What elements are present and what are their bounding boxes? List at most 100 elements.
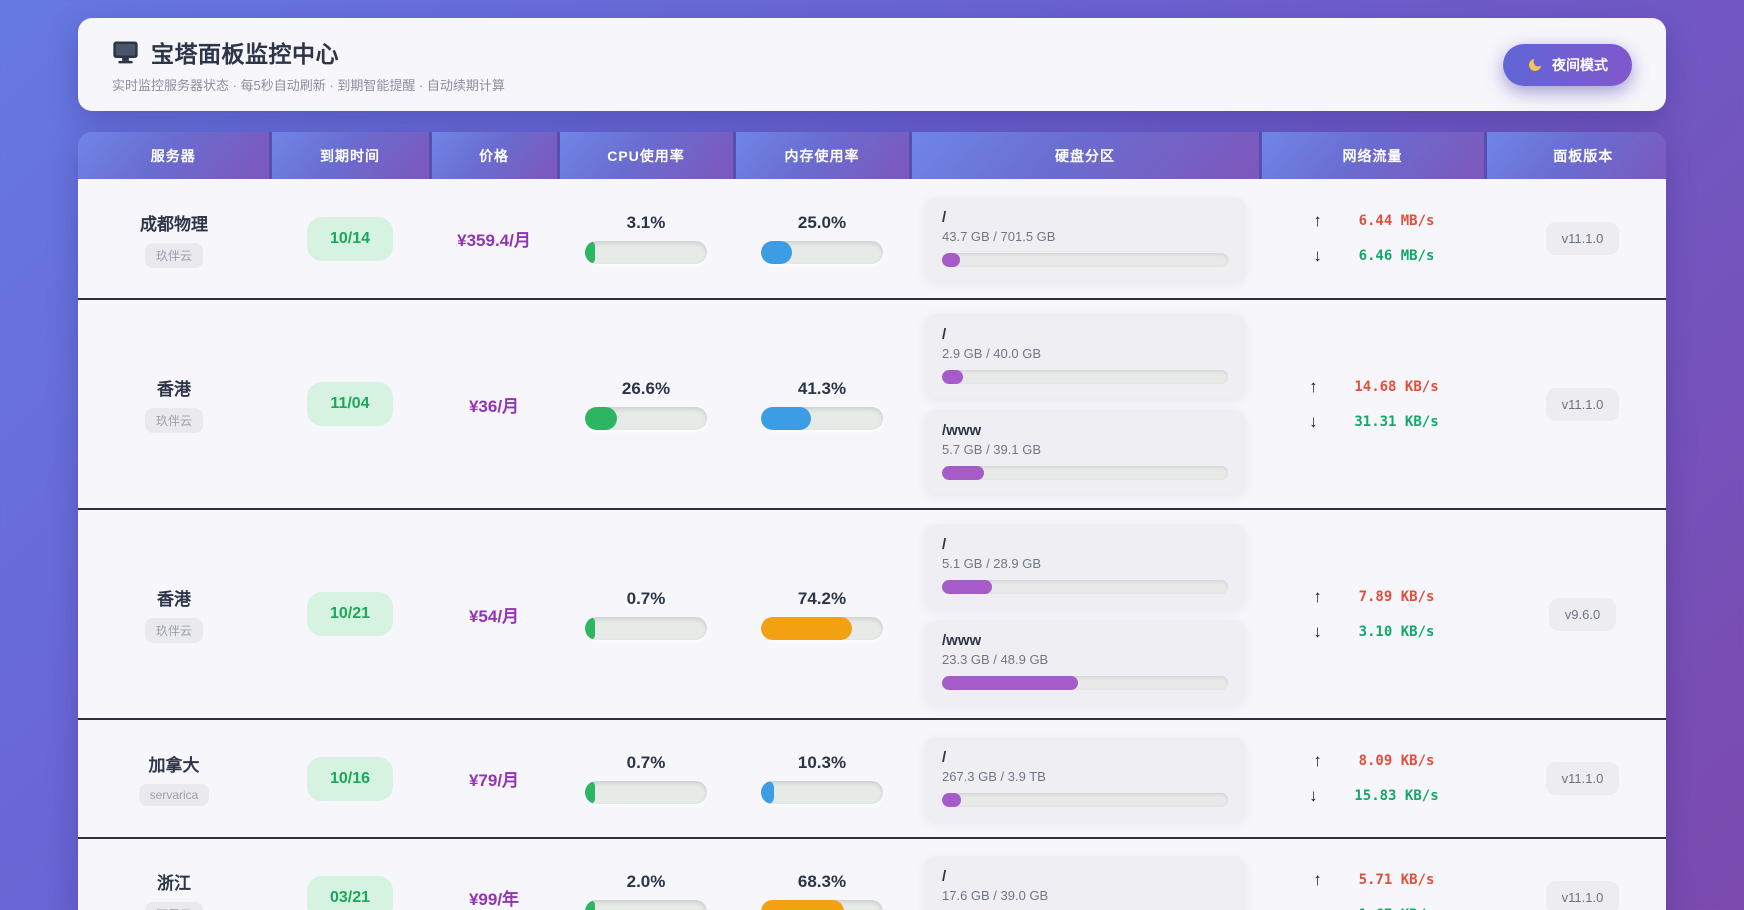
- disk-progress-fill: [942, 676, 1079, 690]
- server-table: 服务器 到期时间 价格 CPU使用率 内存使用率 硬盘分区 网络流量 面板版本 …: [78, 132, 1666, 910]
- price-cell: ¥36/月: [430, 392, 558, 417]
- cpu-cell: 0.7%: [558, 589, 734, 640]
- download-line: ↓ 6.46 MB/s: [1311, 246, 1434, 266]
- server-cell: 香港 玖伴云: [78, 375, 270, 433]
- memory-usage-label: 41.3%: [797, 378, 847, 398]
- disk-cell: / 43.7 GB / 701.5 GB: [910, 196, 1260, 281]
- memory-usage-label: 74.2%: [797, 588, 847, 608]
- moon-icon: [1527, 57, 1543, 73]
- monitor-icon: [112, 40, 139, 64]
- disk-progress-bar: [942, 792, 1228, 807]
- page-subtitle: 实时监控服务器状态 · 每5秒自动刷新 · 到期智能提醒 · 自动续期计算: [112, 78, 505, 93]
- memory-usage-label: 68.3%: [797, 872, 847, 891]
- disk-usage: 43.7 GB / 701.5 GB: [942, 228, 1056, 244]
- memory-progress-bar: [761, 241, 883, 264]
- cpu-cell: 0.7%: [558, 753, 734, 804]
- cpu-progress-bar: [585, 781, 707, 804]
- upload-speed: 5.71 KB/s: [1358, 872, 1435, 888]
- price-cell: ¥99/年: [430, 885, 558, 910]
- disk-mount: /: [942, 867, 947, 885]
- disk-cell: / 267.3 GB / 3.9 TB: [910, 736, 1260, 821]
- cpu-progress-fill: [585, 781, 595, 804]
- download-line: ↓ 3.10 KB/s: [1311, 622, 1434, 642]
- version-badge: v11.1.0: [1545, 762, 1620, 795]
- upload-line: ↑ 6.44 MB/s: [1311, 211, 1434, 231]
- disk-mount: /: [942, 536, 947, 553]
- memory-cell: 68.3%: [734, 872, 910, 910]
- price-cell: ¥79/月: [430, 766, 558, 791]
- expiry-cell: 10/14: [270, 216, 430, 261]
- server-row: 香港 玖伴云 11/04 ¥36/月 26.6% 41.3% / 2.9 GB …: [78, 298, 1666, 508]
- version-cell: v11.1.0: [1485, 881, 1666, 910]
- price-text: ¥36/月: [468, 396, 520, 416]
- column-header: 价格: [430, 132, 558, 179]
- network-cell: ↑ 8.09 KB/s ↓ 15.83 KB/s: [1260, 751, 1485, 806]
- price-cell: ¥359.4/月: [430, 226, 558, 251]
- expiry-badge: 11/04: [307, 382, 393, 426]
- disk-usage: 267.3 GB / 3.9 TB: [942, 768, 1046, 784]
- price-cell: ¥54/月: [430, 602, 558, 627]
- memory-progress-fill: [761, 781, 774, 804]
- server-name: 浙江: [157, 873, 191, 893]
- cpu-usage-label: 2.0%: [626, 872, 666, 891]
- memory-cell: 74.2%: [734, 589, 910, 640]
- server-cell: 加拿大 servarica: [78, 751, 270, 806]
- server-row: 香港 玖伴云 10/21 ¥54/月 0.7% 74.2% / 5.1 GB /…: [78, 508, 1666, 718]
- table-header-row: 服务器 到期时间 价格 CPU使用率 内存使用率 硬盘分区 网络流量 面板版本: [78, 132, 1666, 179]
- disk-card: /www 23.3 GB / 48.9 GB: [924, 620, 1246, 704]
- disk-card: / 5.1 GB / 28.9 GB: [924, 524, 1246, 608]
- download-speed: 31.31 KB/s: [1354, 413, 1439, 430]
- cpu-usage-label: 26.6%: [621, 378, 671, 398]
- disk-usage: 17.6 GB / 39.0 GB: [942, 887, 1049, 903]
- night-mode-label: 夜间模式: [1552, 56, 1608, 73]
- cpu-usage-label: 3.1%: [626, 213, 666, 232]
- server-cell: 成都物理 玖伴云: [78, 210, 270, 268]
- memory-progress-bar: [761, 616, 883, 640]
- up-arrow-icon: ↑: [1313, 211, 1322, 230]
- header-left: 宝塔面板监控中心 实时监控服务器状态 · 每5秒自动刷新 · 到期智能提醒 · …: [112, 35, 505, 94]
- down-arrow-icon: ↓: [1311, 905, 1325, 910]
- memory-progress-bar: [761, 406, 883, 430]
- disk-progress-fill: [942, 580, 993, 594]
- up-arrow-icon: ↑: [1313, 870, 1322, 889]
- server-row: 加拿大 servarica 10/16 ¥79/月 0.7% 10.3% / 2…: [78, 718, 1666, 837]
- memory-usage-label: 10.3%: [797, 753, 847, 772]
- download-speed: 15.83 KB/s: [1354, 788, 1439, 804]
- download-line: ↓ 15.83 KB/s: [1306, 786, 1439, 806]
- disk-progress-bar: [942, 466, 1228, 480]
- expiry-badge: 03/21: [306, 875, 394, 910]
- download-line: ↓ 31.31 KB/s: [1306, 412, 1439, 432]
- cpu-cell: 2.0%: [558, 872, 734, 910]
- network-cell: ↑ 5.71 KB/s ↓ 1.67 KB/s: [1260, 870, 1485, 910]
- upload-line: ↑ 5.71 KB/s: [1311, 870, 1435, 890]
- disk-progress-fill: [942, 252, 960, 267]
- cpu-progress-bar: [585, 406, 707, 430]
- cpu-usage-label: 0.7%: [626, 753, 666, 772]
- night-mode-button[interactable]: 夜间模式: [1503, 43, 1632, 86]
- disk-card: / 267.3 GB / 3.9 TB: [924, 736, 1246, 821]
- download-line: ↓ 1.67 KB/s: [1311, 905, 1434, 910]
- expiry-cell: 10/16: [270, 756, 430, 801]
- disk-progress-bar: [942, 252, 1228, 267]
- price-text: ¥79/月: [468, 771, 520, 790]
- version-cell: v11.1.0: [1485, 222, 1666, 255]
- disk-progress-fill: [942, 466, 984, 480]
- provider-badge: servarica: [138, 784, 210, 806]
- column-header: 硬盘分区: [910, 132, 1260, 179]
- upload-speed: 7.89 KB/s: [1358, 588, 1435, 605]
- disk-card: / 17.6 GB / 39.0 GB: [924, 855, 1246, 910]
- version-badge: v11.1.0: [1545, 222, 1620, 255]
- version-cell: v11.1.0: [1485, 387, 1666, 421]
- up-arrow-icon: ↑: [1313, 586, 1322, 606]
- disk-usage: 5.1 GB / 28.9 GB: [942, 556, 1041, 571]
- server-cell: 浙江 阿里云: [78, 869, 270, 910]
- network-cell: ↑ 6.44 MB/s ↓ 6.46 MB/s: [1260, 211, 1485, 266]
- disk-mount: /www: [942, 422, 982, 439]
- upload-line: ↑ 7.89 KB/s: [1311, 586, 1435, 607]
- server-name: 香港: [157, 590, 191, 609]
- expiry-badge: 10/16: [306, 756, 394, 801]
- server-row: 成都物理 玖伴云 10/14 ¥359.4/月 3.1% 25.0% / 43.…: [78, 179, 1666, 298]
- down-arrow-icon: ↓: [1309, 786, 1318, 805]
- disk-progress-bar: [942, 370, 1228, 384]
- cpu-cell: 3.1%: [558, 213, 734, 264]
